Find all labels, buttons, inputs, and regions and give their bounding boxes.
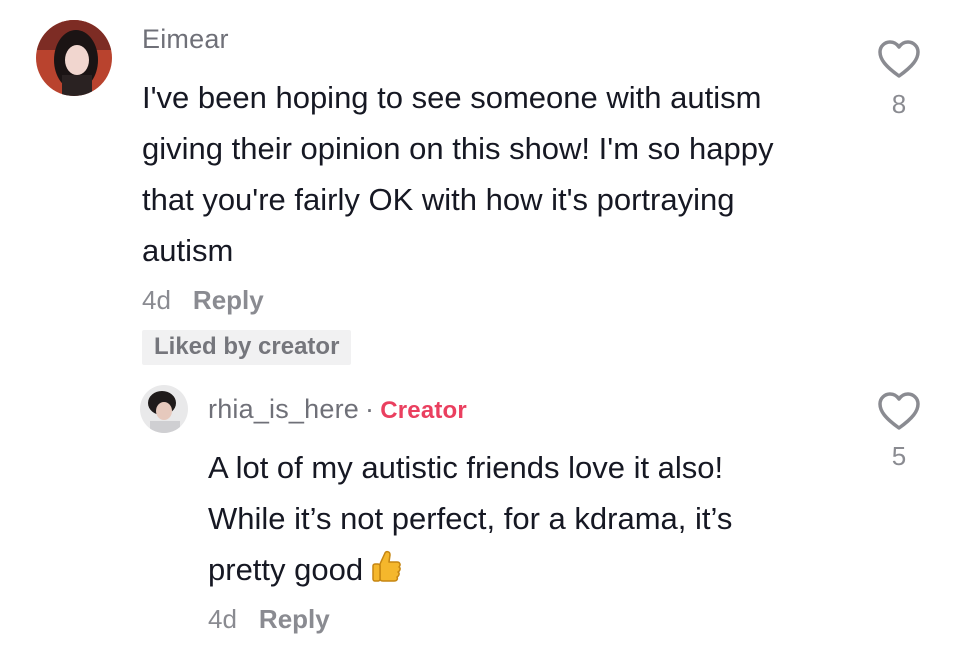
heart-icon[interactable] (877, 392, 921, 432)
reply-text-line-content: pretty good (208, 552, 364, 587)
reply-text-line: While it’s not perfect, for a kdrama, it… (208, 501, 733, 536)
comment-timestamp: 4d (142, 285, 171, 315)
like-count: 5 (891, 441, 907, 471)
reply-text-line: A lot of my autistic friends love it als… (208, 450, 724, 485)
comment-like[interactable]: 8 (876, 40, 922, 120)
avatar-image (140, 385, 188, 433)
reply-username[interactable]: rhia_is_here (208, 394, 359, 424)
comment-text: I've been hoping to see someone with aut… (142, 72, 773, 276)
like-count: 8 (891, 89, 907, 119)
liked-by-creator-badge: Liked by creator (142, 330, 352, 365)
avatar-image (36, 20, 112, 96)
comment-text-line: autism (142, 233, 234, 268)
thumbs-up-icon (371, 548, 401, 599)
reply-button[interactable]: Reply (259, 604, 330, 634)
heart-icon[interactable] (877, 40, 921, 80)
creator-label: Creator (380, 397, 467, 424)
reply-username-row: rhia_is_here · Creator (208, 394, 467, 425)
reply-like[interactable]: 5 (876, 392, 922, 472)
comment-meta: 4d Reply (142, 285, 264, 316)
reply-timestamp: 4d (208, 604, 237, 634)
comment-text-line: giving their opinion on this show! I'm s… (142, 131, 774, 166)
separator-dot: · (365, 394, 375, 424)
avatar[interactable] (140, 385, 188, 433)
avatar[interactable] (36, 20, 112, 96)
comment-text-line: I've been hoping to see someone with aut… (142, 80, 762, 115)
comment-username[interactable]: Eimear (142, 24, 229, 55)
reply-text-line: pretty good (208, 544, 732, 599)
comment-text-line: that you're fairly OK with how it's port… (142, 182, 735, 217)
reply-button[interactable]: Reply (193, 285, 264, 315)
reply-text: A lot of my autistic friends love it als… (208, 442, 732, 599)
reply-meta: 4d Reply (208, 604, 330, 635)
